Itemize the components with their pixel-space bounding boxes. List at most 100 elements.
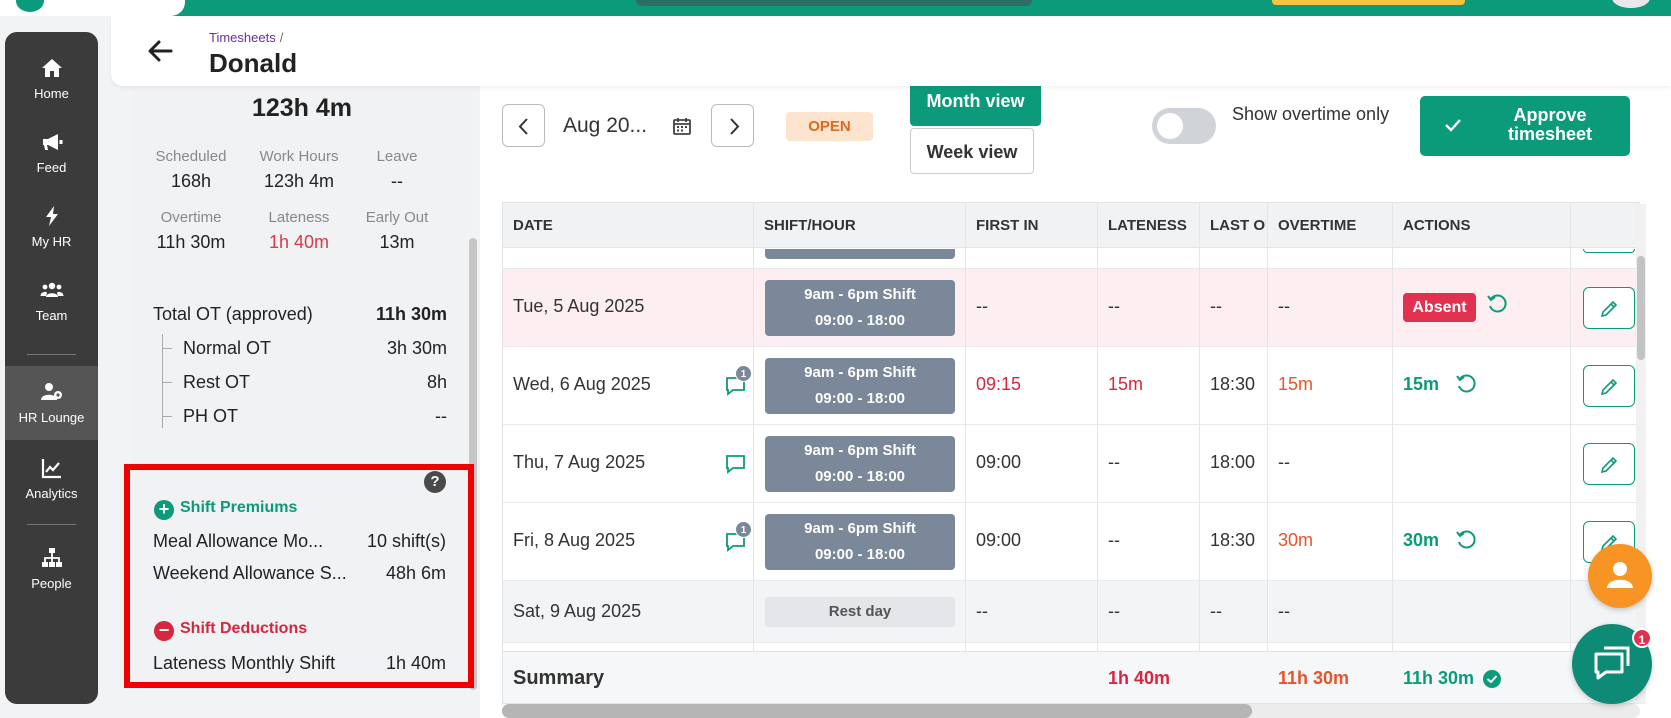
summary-approved-overtime: 11h 30m	[1403, 668, 1475, 688]
row-approved-overtime: 30m	[1403, 530, 1440, 550]
shift-pill[interactable]: 9am - 6pm Shift 09:00 - 18:00	[765, 514, 955, 570]
column-divider	[1570, 203, 1571, 703]
undo-icon[interactable]	[1455, 373, 1477, 395]
column-header-date[interactable]: DATE	[503, 203, 753, 248]
breadcrumb-timesheets-link[interactable]: Timesheets	[209, 30, 276, 45]
ph-ot-value: --	[435, 406, 447, 426]
back-arrow-icon[interactable]	[145, 36, 175, 66]
stat-lateness: Lateness 1h 40m	[244, 209, 354, 253]
column-header-last-out[interactable]: LAST OUT	[1200, 203, 1266, 248]
sidebar-item-home[interactable]: Home	[5, 56, 98, 116]
shift-pill[interactable]: 9am - 6pm Shift 09:00 - 18:00	[765, 280, 955, 336]
row-overtime: --	[1278, 601, 1290, 621]
row-last-out: --	[1210, 601, 1222, 621]
shift-name: 9am - 6pm Shift	[804, 442, 916, 459]
sidebar-item-feed[interactable]: Feed	[5, 130, 98, 190]
sidebar-item-people[interactable]: People	[5, 546, 98, 606]
normal-ot-label: Normal OT	[183, 338, 272, 358]
prev-month-button[interactable]	[502, 104, 545, 147]
undo-icon[interactable]	[1486, 293, 1508, 315]
ph-ot-label: PH OT	[183, 406, 239, 426]
stat-value: 168h	[170, 171, 212, 191]
check-circle-icon	[1483, 670, 1501, 688]
global-search-bar[interactable]	[636, 0, 1032, 6]
team-icon	[40, 282, 63, 297]
scrollbar-thumb[interactable]	[502, 704, 1252, 718]
edit-button[interactable]	[1583, 365, 1635, 407]
stat-work-hours: Work Hours 123h 4m	[244, 148, 354, 192]
week-view-button[interactable]: Week view	[910, 128, 1034, 174]
row-approved-overtime: 15m	[1403, 374, 1440, 394]
total-hours-value: 123h 4m	[251, 94, 353, 122]
premium-meal-value: 10 shift(s)	[366, 531, 446, 551]
sidebar-item-analytics[interactable]: Analytics	[5, 456, 98, 516]
table-row	[503, 249, 1639, 269]
shift-premiums-title: + Shift Premiums	[154, 499, 297, 520]
table-header: DATE SHIFT/HOUR FIRST IN LATENESS LAST O…	[503, 203, 1639, 248]
approve-timesheet-button[interactable]: Approve timesheet	[1420, 96, 1630, 156]
column-header-lateness[interactable]: LATENESS	[1098, 203, 1198, 248]
row-date: Wed, 6 Aug 2025	[513, 374, 651, 394]
upgrade-button[interactable]	[1272, 0, 1465, 5]
column-header-shift-hour[interactable]: SHIFT/HOUR	[754, 203, 964, 248]
shift-name: 9am - 6pm Shift	[804, 364, 916, 381]
page-header: Timesheets / Donald	[111, 16, 1671, 86]
normal-ot-value: 3h 30m	[386, 338, 447, 358]
assistant-button[interactable]	[1588, 544, 1652, 608]
edit-button[interactable]	[1583, 443, 1635, 485]
table-row[interactable]: Wed, 6 Aug 2025 1 9am - 6pm Shift 09:00 …	[503, 347, 1639, 425]
breadcrumb: Timesheets /	[209, 30, 283, 45]
table-horizontal-scrollbar[interactable]	[502, 704, 1640, 718]
stat-overtime: Overtime 11h 30m	[136, 209, 246, 253]
chart-icon	[41, 459, 61, 479]
column-header-actions[interactable]: ACTIONS	[1393, 203, 1569, 248]
next-month-button[interactable]	[711, 104, 754, 147]
edit-button-partial[interactable]	[1583, 249, 1635, 253]
stat-value: --	[391, 171, 403, 191]
calendar-icon[interactable]	[672, 116, 692, 136]
comment-count-badge: 1	[735, 521, 752, 538]
stat-scheduled: Scheduled 168h	[136, 148, 246, 192]
sidebar-item-team[interactable]: Team	[5, 278, 98, 338]
comment-icon[interactable]	[724, 452, 748, 476]
rest-day-pill[interactable]: Rest day	[765, 597, 955, 627]
home-icon	[41, 59, 62, 77]
sidebar-divider	[27, 524, 76, 525]
stat-label: Overtime	[160, 209, 222, 226]
help-icon[interactable]: ?	[424, 471, 446, 493]
ot-tree-tick	[162, 348, 172, 349]
edit-button[interactable]	[1583, 287, 1635, 329]
user-avatar[interactable]	[1612, 0, 1650, 8]
table-row[interactable]: Tue, 5 Aug 2025 9am - 6pm Shift 09:00 - …	[503, 269, 1639, 347]
shift-name: 9am - 6pm Shift	[804, 520, 916, 537]
scrollbar-thumb[interactable]	[1637, 256, 1645, 360]
shift-deductions-title: − Shift Deductions	[154, 620, 307, 641]
overtime-only-toggle[interactable]	[1152, 108, 1216, 144]
shift-pill[interactable]: 9am - 6pm Shift 09:00 - 18:00	[765, 358, 955, 414]
column-divider	[753, 203, 754, 703]
month-view-button[interactable]: Month view	[910, 86, 1041, 126]
stat-value: 123h 4m	[263, 171, 335, 191]
sidebar-item-label: My HR	[31, 234, 72, 249]
column-header-overtime[interactable]: OVERTIME	[1268, 203, 1391, 248]
row-last-out: 18:30	[1210, 374, 1256, 394]
table-row[interactable]: Sat, 9 Aug 2025 Rest day -- -- -- --	[503, 581, 1639, 643]
premium-meal-label: Meal Allowance Mo...	[153, 531, 324, 551]
row-last-out: --	[1210, 296, 1222, 316]
row-date: Fri, 8 Aug 2025	[513, 530, 636, 550]
rest-ot-value: 8h	[426, 372, 447, 392]
premium-weekend-value: 48h 6m	[385, 563, 446, 583]
stat-label: Leave	[376, 148, 418, 165]
rest-ot-label: Rest OT	[183, 372, 251, 392]
table-row[interactable]: Fri, 8 Aug 2025 1 9am - 6pm Shift 09:00 …	[503, 503, 1639, 581]
column-header-first-in[interactable]: FIRST IN	[966, 203, 1096, 248]
shift-pill[interactable]: 9am - 6pm Shift 09:00 - 18:00	[765, 436, 955, 492]
row-lateness: --	[1108, 296, 1120, 316]
chevron-left-icon	[518, 118, 528, 135]
sidebar-item-hr-lounge[interactable]: HR Lounge	[5, 366, 98, 440]
approve-timesheet-label: Approve timesheet	[1507, 105, 1593, 144]
table-row[interactable]: Thu, 7 Aug 2025 9am - 6pm Shift 09:00 - …	[503, 425, 1639, 503]
shift-time: 09:00 - 18:00	[814, 468, 906, 485]
undo-icon[interactable]	[1455, 529, 1477, 551]
sidebar-item-my-hr[interactable]: My HR	[5, 204, 98, 264]
